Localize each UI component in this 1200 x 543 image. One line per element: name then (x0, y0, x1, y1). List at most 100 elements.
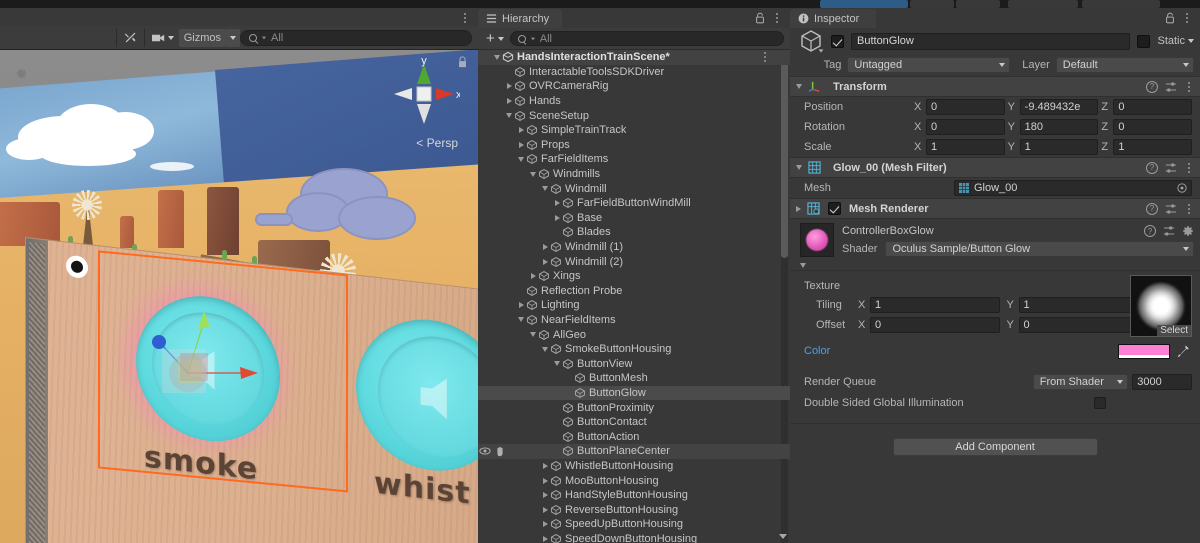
expand-triangle-icon[interactable] (540, 505, 550, 515)
transform-position-z-input[interactable]: 0 (1113, 99, 1193, 115)
hierarchy-lock-icon[interactable] (754, 12, 766, 24)
hierarchy-item-blades[interactable]: Blades (478, 225, 790, 240)
shader-dropdown[interactable]: Oculus Sample/Button Glow (885, 241, 1194, 257)
hierarchy-item-buttonview[interactable]: ButtonView (478, 356, 790, 371)
hierarchy-item-buttonproximity[interactable]: ButtonProximity (478, 400, 790, 415)
hierarchy-item-scenesetup[interactable]: SceneSetup (478, 108, 790, 123)
hierarchy-item-hands[interactable]: Hands (478, 94, 790, 109)
hierarchy-item-speedupbuttonhousing[interactable]: SpeedUpButtonHousing (478, 517, 790, 532)
expand-triangle-icon[interactable] (796, 205, 801, 212)
expand-triangle-icon[interactable] (540, 461, 550, 471)
gizmo-lock-icon[interactable] (457, 56, 468, 68)
toolbar-chip-collab[interactable] (1008, 0, 1078, 8)
collapse-triangle-icon[interactable] (516, 315, 526, 325)
create-object-button[interactable]: + (484, 30, 506, 47)
tab-hierarchy[interactable]: Hierarchy (478, 9, 562, 28)
mesh-renderer-component-header[interactable]: Mesh Renderer ? (790, 198, 1200, 219)
preset-icon[interactable] (1165, 203, 1177, 215)
transform-rotation-x-input[interactable]: 0 (926, 119, 1005, 135)
preset-icon[interactable] (1165, 81, 1177, 93)
hierarchy-item-buttoncontact[interactable]: ButtonContact (478, 415, 790, 430)
expand-triangle-icon[interactable] (540, 257, 550, 267)
expand-triangle-icon[interactable] (552, 213, 562, 223)
hierarchy-item-allgeo[interactable]: AllGeo (478, 327, 790, 342)
offset-y-input[interactable]: 0 (1018, 317, 1148, 333)
color-label[interactable]: Color (804, 345, 954, 357)
hierarchy-item-windmill-2[interactable]: Windmill (2) (478, 254, 790, 269)
hierarchy-item-handstylebuttonhousing[interactable]: HandStyleButtonHousing (478, 488, 790, 503)
preset-icon[interactable] (1163, 225, 1175, 237)
hierarchy-item-base[interactable]: Base (478, 211, 790, 226)
expand-triangle-icon[interactable] (516, 140, 526, 150)
expand-triangle-icon[interactable] (516, 125, 526, 135)
hierarchy-item-buttonglow[interactable]: ButtonGlow (478, 385, 790, 401)
component-menu-icon[interactable] (1184, 162, 1194, 174)
hierarchy-search-input[interactable]: All (509, 31, 784, 46)
layer-dropdown[interactable]: Default (1055, 57, 1194, 73)
collapse-triangle-icon[interactable] (516, 154, 526, 164)
help-icon[interactable]: ? (1146, 202, 1158, 215)
chevron-down-icon[interactable] (818, 49, 824, 53)
hierarchy-item-farfielditems[interactable]: FarFieldItems (478, 152, 790, 167)
expand-triangle-icon[interactable] (528, 271, 538, 281)
scene-tools-button[interactable] (119, 29, 142, 47)
toolbar-chip-pause[interactable] (910, 0, 954, 8)
material-collapse-triangle-icon[interactable] (800, 263, 806, 268)
hierarchy-item-buttonmesh[interactable]: ButtonMesh (478, 371, 790, 386)
hierarchy-item-props[interactable]: Props (478, 138, 790, 153)
transform-component-header[interactable]: Transform ? (790, 76, 1200, 97)
add-component-button[interactable]: Add Component (892, 438, 1098, 456)
hierarchy-item-reflection-probe[interactable]: Reflection Probe (478, 284, 790, 299)
tiling-y-input[interactable]: 1 (1018, 297, 1148, 313)
hierarchy-item-windmill-1[interactable]: Windmill (1) (478, 240, 790, 255)
eyedropper-icon[interactable] (1176, 344, 1190, 358)
expand-triangle-icon[interactable] (540, 534, 550, 543)
collapse-triangle-icon[interactable] (552, 359, 562, 369)
transform-scale-y-input[interactable]: 1 (1019, 139, 1099, 155)
hierarchy-item-speeddownbuttonhousing[interactable]: SpeedDownButtonHousing (478, 532, 790, 543)
texture-select-label[interactable]: Select (1157, 325, 1191, 336)
hierarchy-item-nearfielditems[interactable]: NearFieldItems (478, 313, 790, 328)
collapse-triangle-icon[interactable] (796, 84, 802, 89)
double-sided-checkbox[interactable] (1094, 397, 1106, 409)
toolbar-chip-account[interactable] (1082, 0, 1160, 8)
gear-icon[interactable] (1182, 225, 1194, 237)
scene-viewport[interactable]: smoke whist y x < Persp (0, 50, 478, 543)
collapse-triangle-icon[interactable] (796, 165, 802, 170)
hierarchy-item-buttonplanecenter[interactable]: ButtonPlaneCenter (478, 444, 790, 459)
collapse-triangle-icon[interactable] (504, 111, 514, 121)
transform-position-x-input[interactable]: 0 (926, 99, 1005, 115)
static-checkbox[interactable] (1137, 34, 1151, 48)
hierarchy-tree[interactable]: HandsInteractionTrainScene* InteractableT… (478, 50, 790, 543)
gameobject-enabled-checkbox[interactable] (831, 34, 844, 48)
transform-position-y-input[interactable]: -9.489432e (1019, 99, 1099, 115)
transform-scale-x-input[interactable]: 1 (926, 139, 1005, 155)
hierarchy-item-moobuttonhousing[interactable]: MooButtonHousing (478, 473, 790, 488)
hierarchy-menu-icon[interactable] (772, 12, 782, 24)
offset-x-input[interactable]: 0 (870, 317, 1000, 333)
projection-mode-label[interactable]: < Persp (416, 136, 458, 150)
visibility-toggle-icon[interactable] (479, 445, 491, 457)
color-swatch[interactable] (1118, 343, 1170, 359)
expand-triangle-icon[interactable] (540, 519, 550, 529)
expand-triangle-icon[interactable] (540, 490, 550, 500)
tiling-x-input[interactable]: 1 (870, 297, 1000, 313)
collapse-triangle-icon[interactable] (528, 330, 538, 340)
texture-thumbnail[interactable]: Select (1130, 275, 1192, 337)
component-menu-icon[interactable] (1184, 203, 1194, 215)
expand-triangle-icon[interactable] (540, 242, 550, 252)
hierarchy-item-farfieldbuttonwindmill[interactable]: FarFieldButtonWindMill (478, 196, 790, 211)
hierarchy-item-whistlebuttonhousing[interactable]: WhistleButtonHousing (478, 459, 790, 474)
expand-triangle-icon[interactable] (552, 198, 562, 208)
tag-dropdown[interactable]: Untagged (847, 57, 1011, 73)
mesh-renderer-enabled-checkbox[interactable] (828, 202, 841, 215)
toolbar-chip-step[interactable] (956, 0, 1000, 8)
hierarchy-item-smokebuttonhousing[interactable]: SmokeButtonHousing (478, 342, 790, 357)
render-queue-dropdown[interactable]: From Shader (1032, 374, 1129, 390)
expand-triangle-icon[interactable] (504, 81, 514, 91)
scene-search-input[interactable]: All (240, 29, 472, 46)
object-picker-icon[interactable] (1177, 183, 1187, 193)
help-icon[interactable]: ? (1146, 80, 1158, 93)
gameobject-name-input[interactable]: ButtonGlow (851, 32, 1131, 50)
toolbar-chip-play[interactable] (820, 0, 908, 8)
